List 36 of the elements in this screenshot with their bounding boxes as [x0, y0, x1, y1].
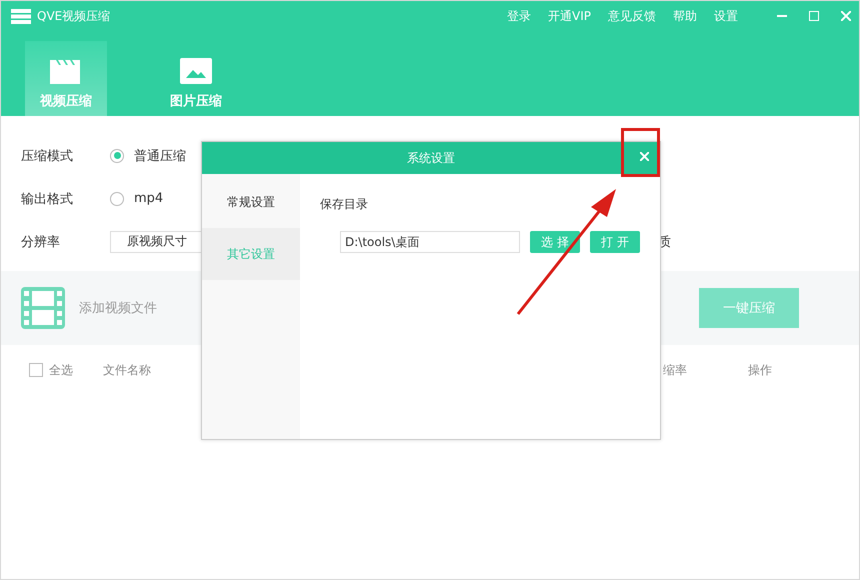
dialog-title: 系统设置	[407, 150, 455, 166]
dialog-button[interactable]: 选 择	[530, 231, 580, 253]
menu-link[interactable]: 意见反馈	[608, 8, 656, 24]
path-field[interactable]: D:\tools\桌面	[340, 231, 520, 253]
menu-link[interactable]: 设置	[714, 8, 738, 24]
dialog-button[interactable]: 打 开	[590, 231, 640, 253]
image-icon	[180, 58, 212, 84]
mode-tab[interactable]: 图片压缩	[107, 41, 285, 116]
compress-button[interactable]: 一键压缩	[699, 288, 799, 328]
select-all-label: 全选	[49, 362, 74, 378]
column-header: 操作	[748, 362, 773, 378]
option-label: 输出格式	[21, 190, 74, 208]
radio-button[interactable]	[110, 148, 124, 162]
close-icon[interactable]	[640, 152, 649, 161]
close-icon[interactable]	[841, 11, 851, 21]
column-header: 文件名称	[103, 362, 152, 378]
radio-label: mp4	[134, 191, 164, 206]
radio-button[interactable]	[110, 192, 124, 206]
radio-label: 普通压缩	[134, 148, 186, 164]
highlight-box	[621, 128, 660, 177]
section-label: 保存目录	[320, 196, 369, 213]
menu-link[interactable]: 登录	[507, 8, 532, 24]
column-header: 缩率	[662, 362, 688, 378]
menu-link[interactable]: 帮助	[673, 8, 697, 24]
option-label: 分辨率	[21, 234, 61, 250]
settings-nav-item[interactable]: 常规设置	[202, 176, 300, 228]
option-label: 压缩模式	[21, 148, 74, 164]
film-icon[interactable]	[21, 287, 65, 329]
clapperboard-icon	[50, 58, 82, 84]
select-all-checkbox[interactable]	[29, 363, 43, 377]
settings-nav-item[interactable]: 其它设置	[202, 228, 300, 280]
maximize-icon[interactable]	[809, 11, 819, 21]
menu-link[interactable]: 开通VIP	[548, 8, 591, 24]
app-logo-icon	[11, 8, 31, 24]
app-title: QVE视频压缩	[37, 8, 112, 24]
mode-tab[interactable]: 视频压缩	[25, 41, 107, 116]
